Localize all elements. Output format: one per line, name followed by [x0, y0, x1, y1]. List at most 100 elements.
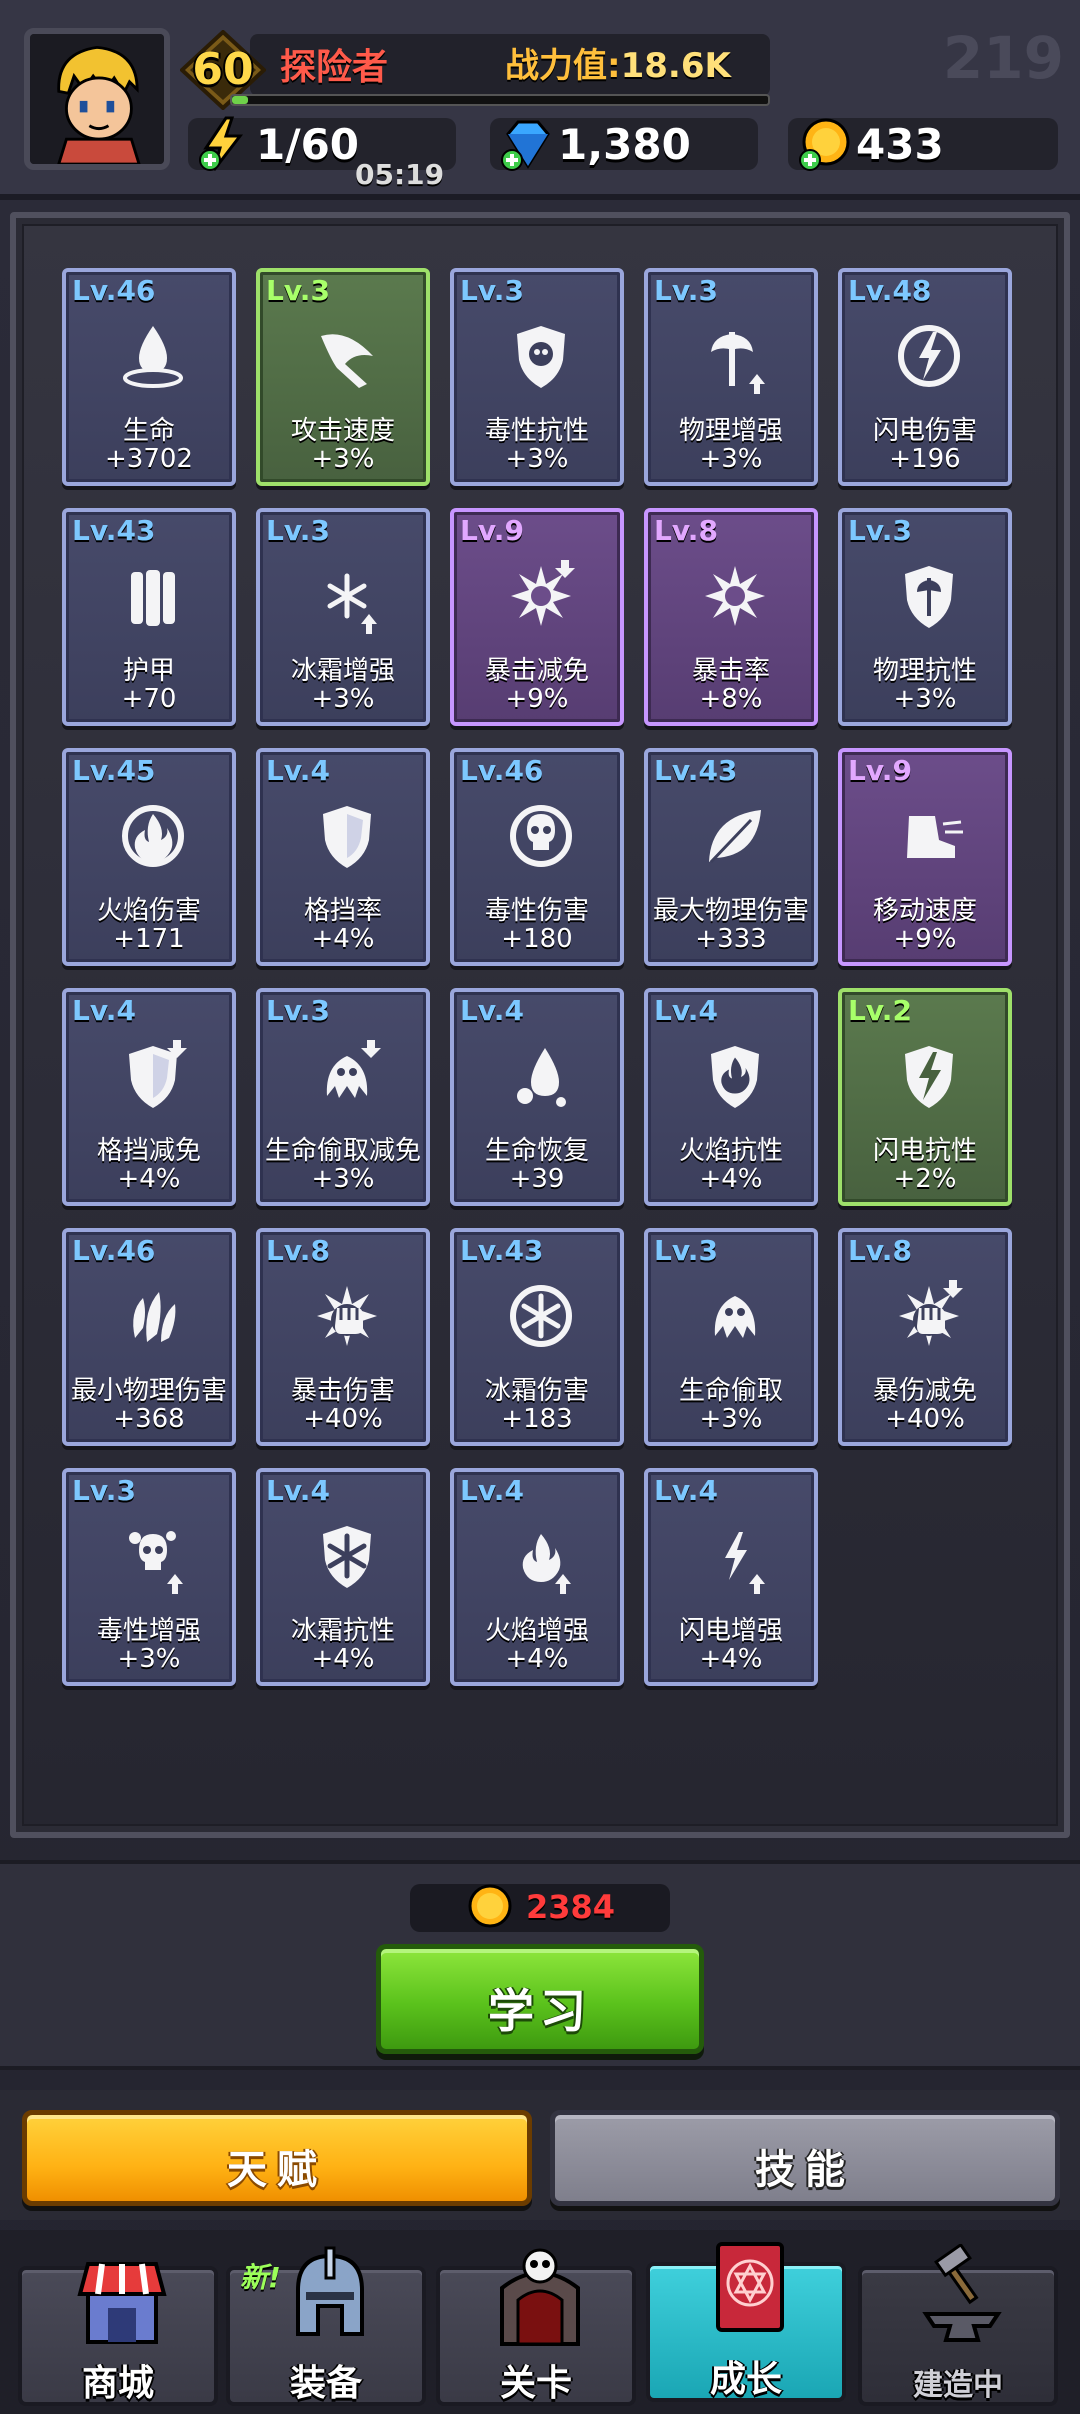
player-avatar[interactable]	[24, 28, 170, 170]
talent-level: Lv.4	[266, 754, 330, 787]
nav-stage[interactable]: 关卡	[436, 2248, 636, 2406]
talent-level: Lv.2	[848, 994, 912, 1027]
talent-value: +3%	[311, 444, 375, 474]
talent-card[interactable]: Lv.46 最小物理伤害 +368	[62, 1228, 236, 1446]
talent-card[interactable]: Lv.46 生命 +3702	[62, 268, 236, 486]
talent-value: +4%	[311, 924, 375, 954]
talent-value: +3%	[311, 684, 375, 714]
tab-talent[interactable]: 天赋	[22, 2110, 532, 2206]
learn-button[interactable]: 学习	[376, 1944, 704, 2054]
talent-level: Lv.43	[72, 514, 156, 547]
helmet-icon	[296, 2246, 364, 2336]
talent-level: Lv.9	[848, 754, 912, 787]
gem-box[interactable]: 1,380	[490, 118, 758, 171]
armor-icon	[113, 556, 193, 636]
talent-card[interactable]: Lv.4 火焰增强 +4%	[450, 1468, 624, 1686]
background-number: 219	[942, 24, 1064, 92]
talent-name: 格挡率	[303, 896, 382, 926]
talent-name: 闪电伤害	[872, 416, 977, 446]
talent-card[interactable]: Lv.45 火焰伤害 +171	[62, 748, 236, 966]
exp-bar	[230, 94, 770, 106]
talent-name: 闪电增强	[678, 1616, 783, 1646]
talent-card[interactable]: Lv.8 暴伤减免 +40%	[838, 1228, 1012, 1446]
crit-icon	[695, 556, 775, 636]
talent-value: +4%	[117, 1164, 181, 1194]
talent-card[interactable]: Lv.4 冰霜抗性 +4%	[256, 1468, 430, 1686]
talent-card[interactable]: Lv.3 攻击速度 +3%	[256, 268, 430, 486]
talent-card[interactable]: Lv.3 生命偷取减免 +3%	[256, 988, 430, 1206]
talent-level: Lv.4	[460, 1474, 524, 1507]
blade-icon	[307, 316, 387, 396]
shield-icon	[307, 796, 387, 876]
talent-value: +171	[113, 924, 185, 954]
talent-card[interactable]: Lv.43 护甲 +70	[62, 508, 236, 726]
talent-card[interactable]: Lv.8 暴击伤害 +40%	[256, 1228, 430, 1446]
talent-name: 攻击速度	[290, 416, 395, 446]
talent-name: 护甲	[122, 656, 175, 686]
nav-growth[interactable]: 成长	[646, 2242, 846, 2402]
axe-up-icon	[695, 316, 775, 396]
player-header: 60 探险者 战力值:18.6K 219 1/60 05:19 1,380 43…	[0, 0, 1080, 200]
talent-screen: 60 探险者 战力值:18.6K 219 1/60 05:19 1,380 43…	[0, 0, 1080, 2414]
talent-name: 毒性增强	[96, 1616, 201, 1646]
talent-card[interactable]: Lv.46 毒性伤害 +180	[450, 748, 624, 966]
talent-value: +4%	[311, 1644, 375, 1674]
fire-circle-icon	[113, 796, 193, 876]
tab-skill[interactable]: 技能	[550, 2110, 1060, 2206]
talent-card[interactable]: Lv.3 物理抗性 +3%	[838, 508, 1012, 726]
talent-value: +2%	[893, 1164, 957, 1194]
talent-card[interactable]: Lv.3 冰霜增强 +3%	[256, 508, 430, 726]
talent-card[interactable]: Lv.43 最大物理伤害 +333	[644, 748, 818, 966]
talent-card[interactable]: Lv.4 生命恢复 +39	[450, 988, 624, 1206]
gem-count: 1,380	[558, 120, 691, 169]
nav-equipment[interactable]: 新! 装备	[226, 2246, 426, 2406]
new-badge: 新!	[240, 2261, 281, 2294]
talent-card[interactable]: Lv.3 毒性抗性 +3%	[450, 268, 624, 486]
talent-value: +9%	[505, 684, 569, 714]
talent-card[interactable]: Lv.4 火焰抗性 +4%	[644, 988, 818, 1206]
vampire-down-icon	[307, 1036, 387, 1116]
talent-card[interactable]: Lv.2 闪电抗性 +2%	[838, 988, 1012, 1206]
talent-card[interactable]: Lv.9 移动速度 +9%	[838, 748, 1012, 966]
skull-circle-icon	[501, 796, 581, 876]
nav-build[interactable]: 建造中	[858, 2244, 1058, 2406]
leaf-icon	[695, 796, 775, 876]
energy-count: 1/60	[256, 120, 360, 169]
crit-down-icon	[501, 556, 581, 636]
talent-card[interactable]: Lv.8 暴击率 +8%	[644, 508, 818, 726]
talent-level: Lv.3	[654, 274, 718, 307]
nav-shop[interactable]: 商城	[18, 2262, 218, 2406]
talent-card[interactable]: Lv.4 格挡减免 +4%	[62, 988, 236, 1206]
talent-card[interactable]: Lv.9 暴击减免 +9%	[450, 508, 624, 726]
talent-card[interactable]: Lv.3 生命偷取 +3%	[644, 1228, 818, 1446]
talent-name: 冰霜伤害	[484, 1376, 589, 1406]
talent-level: Lv.46	[72, 1234, 156, 1267]
talent-value: +40%	[303, 1404, 383, 1434]
talent-value: +180	[501, 924, 573, 954]
talent-name: 冰霜抗性	[290, 1616, 395, 1646]
talent-card[interactable]: Lv.4 格挡率 +4%	[256, 748, 430, 966]
talent-level: Lv.3	[72, 1474, 136, 1507]
talent-card[interactable]: Lv.3 毒性增强 +3%	[62, 1468, 236, 1686]
talent-level: Lv.45	[72, 754, 156, 787]
coin-icon	[468, 1884, 512, 1928]
talent-name: 火焰抗性	[678, 1136, 783, 1166]
tab-talent-label: 天赋	[227, 2147, 327, 2193]
talent-level: Lv.3	[266, 514, 330, 547]
talent-card[interactable]: Lv.3 物理增强 +3%	[644, 268, 818, 486]
talent-level: Lv.4	[460, 994, 524, 1027]
talent-name: 生命恢复	[484, 1136, 589, 1166]
coin-box[interactable]: 433	[788, 118, 1058, 171]
talent-card[interactable]: Lv.48 闪电伤害 +196	[838, 268, 1012, 486]
talent-card[interactable]: Lv.4 闪电增强 +4%	[644, 1468, 818, 1686]
lightning-plus-icon	[199, 116, 244, 171]
lightning-shield-icon	[889, 1036, 969, 1116]
talent-card[interactable]: Lv.43 冰霜伤害 +183	[450, 1228, 624, 1446]
talent-name: 生命偷取	[678, 1376, 783, 1406]
learn-button-label: 学习	[488, 1984, 592, 2038]
vampire-icon	[695, 1276, 775, 1356]
talent-name: 毒性伤害	[484, 896, 589, 926]
skull-gate-icon	[500, 2248, 580, 2346]
talent-name: 格挡减免	[96, 1136, 201, 1166]
drops-icon	[501, 1036, 581, 1116]
